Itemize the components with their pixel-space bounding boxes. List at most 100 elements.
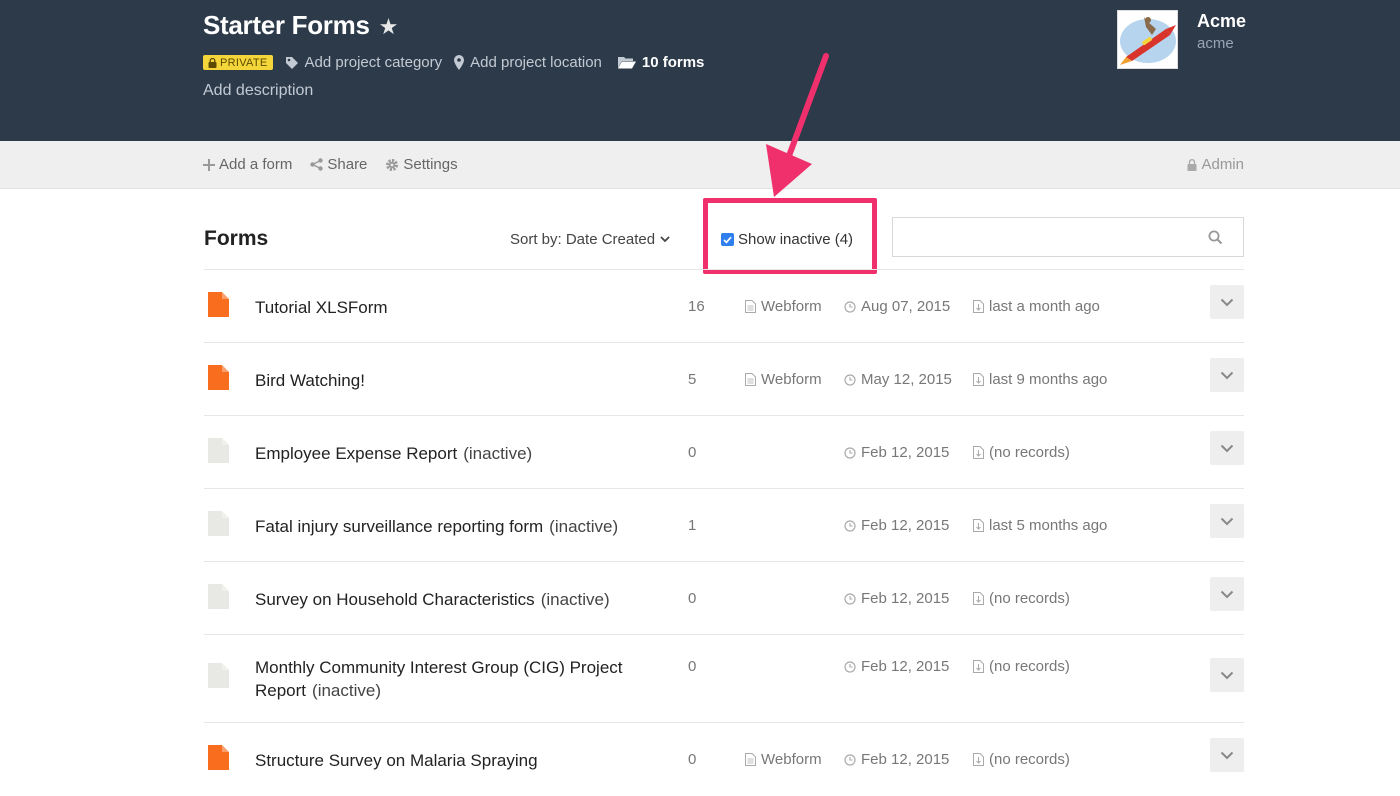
form-title[interactable]: Tutorial XLSForm — [255, 298, 388, 317]
inactive-label: (inactive) — [540, 590, 610, 609]
file-inactive-icon — [208, 438, 229, 468]
created-date: Feb 12, 2015 — [844, 517, 949, 534]
clock-icon — [844, 446, 856, 459]
created-date: Feb 12, 2015 — [844, 751, 949, 768]
row-menu-button[interactable] — [1210, 285, 1244, 319]
file-active-icon — [208, 745, 229, 775]
add-description-link[interactable]: Add description — [203, 82, 313, 100]
form-name[interactable]: Monthly Community Interest Group (CIG) P… — [255, 656, 655, 702]
settings-label: Settings — [403, 156, 458, 173]
created-date: Aug 07, 2015 — [844, 298, 950, 315]
form-name[interactable]: Structure Survey on Malaria Spraying — [255, 749, 655, 772]
title-row: Starter Forms ★ — [203, 10, 398, 41]
form-row[interactable]: Tutorial XLSForm 16 Webform Aug 07, 2015 las… — [204, 269, 1244, 342]
last-updated-label: (no records) — [989, 751, 1070, 768]
row-menu-button[interactable] — [1210, 658, 1244, 692]
record-icon — [973, 753, 984, 766]
role-label: Admin — [1201, 156, 1244, 173]
row-menu-button[interactable] — [1210, 738, 1244, 772]
document-icon — [745, 373, 756, 386]
inactive-label: (inactive) — [549, 517, 619, 536]
highlight-callout-box — [703, 198, 877, 274]
toolbar-actions: Add a form Share Settings — [203, 156, 476, 173]
map-pin-icon — [454, 55, 465, 70]
file-inactive-icon — [208, 584, 229, 614]
form-name[interactable]: Tutorial XLSForm — [255, 296, 655, 319]
forms-count-label: 10 forms — [641, 54, 705, 71]
user-name[interactable]: Acme — [1197, 11, 1246, 32]
form-row[interactable]: Bird Watching! 5 Webform May 12, 2015 last 9… — [204, 342, 1244, 415]
last-updated-label: (no records) — [989, 444, 1070, 461]
record-count: 5 — [688, 371, 697, 388]
form-title[interactable]: Employee Expense Report — [255, 444, 457, 463]
record-icon — [973, 660, 984, 673]
form-row[interactable]: Monthly Community Interest Group (CIG) P… — [204, 634, 1244, 722]
created-date-label: Feb 12, 2015 — [861, 517, 950, 534]
document-icon — [745, 753, 756, 766]
file-inactive-icon — [208, 663, 229, 693]
last-updated-label: (no records) — [989, 658, 1070, 675]
clock-icon — [844, 753, 856, 766]
clock-icon — [844, 373, 856, 386]
star-icon[interactable]: ★ — [379, 14, 399, 40]
sort-dropdown[interactable]: Sort by: Date Created — [510, 231, 670, 248]
forms-count-link[interactable]: 10 forms — [617, 54, 705, 71]
add-location-link[interactable]: Add project location — [454, 54, 602, 71]
form-row[interactable]: Fatal injury surveillance reporting form… — [204, 488, 1244, 561]
record-icon — [973, 446, 984, 459]
project-meta: PRIVATE Add project category Add project… — [203, 54, 704, 71]
form-title[interactable]: Survey on Household Characteristics — [255, 590, 535, 609]
row-menu-button[interactable] — [1210, 431, 1244, 465]
form-row[interactable]: Survey on Household Characteristics (inac… — [204, 561, 1244, 634]
share-button[interactable]: Share — [310, 156, 367, 173]
form-title[interactable]: Fatal injury surveillance reporting form — [255, 517, 543, 536]
settings-button[interactable]: Settings — [385, 156, 458, 173]
chevron-down-icon — [1220, 444, 1234, 452]
chevron-down-icon — [1220, 590, 1234, 598]
form-row[interactable]: Structure Survey on Malaria Spraying 0 Web… — [204, 722, 1244, 795]
row-menu-button[interactable] — [1210, 504, 1244, 538]
forms-heading: Forms — [204, 227, 269, 250]
form-type: Webform — [745, 371, 822, 388]
created-date: Feb 12, 2015 — [844, 658, 949, 675]
search-icon[interactable] — [1208, 230, 1223, 245]
inactive-label: (inactive) — [463, 444, 533, 463]
avatar[interactable] — [1117, 10, 1178, 69]
project-title: Starter Forms — [203, 10, 370, 40]
last-updated: last a month ago — [973, 298, 1100, 315]
form-title[interactable]: Monthly Community Interest Group (CIG) P… — [255, 658, 623, 700]
form-type-label: Webform — [761, 298, 822, 315]
clock-icon — [844, 592, 856, 605]
callout-arrow-icon — [766, 53, 829, 197]
search-input[interactable] — [893, 218, 1193, 256]
plus-icon — [203, 158, 215, 171]
last-updated: (no records) — [973, 751, 1070, 768]
form-name[interactable]: Fatal injury surveillance reporting form… — [255, 515, 655, 538]
record-icon — [973, 592, 984, 605]
form-title[interactable]: Bird Watching! — [255, 371, 365, 390]
created-date-label: Feb 12, 2015 — [861, 444, 950, 461]
form-type-label: Webform — [761, 751, 822, 768]
form-name[interactable]: Employee Expense Report (inactive) — [255, 442, 655, 465]
form-name[interactable]: Survey on Household Characteristics (inac… — [255, 588, 655, 611]
form-row[interactable]: Employee Expense Report (inactive) 0 Feb 12… — [204, 415, 1244, 488]
form-title[interactable]: Structure Survey on Malaria Spraying — [255, 751, 538, 770]
add-category-link[interactable]: Add project category — [285, 54, 442, 71]
created-date-label: Feb 12, 2015 — [861, 590, 950, 607]
private-badge: PRIVATE — [203, 55, 273, 70]
form-name[interactable]: Bird Watching! — [255, 369, 655, 392]
row-menu-button[interactable] — [1210, 358, 1244, 392]
folder-open-icon — [617, 56, 636, 69]
tag-icon — [285, 56, 299, 70]
search-field[interactable] — [892, 217, 1244, 257]
record-count: 1 — [688, 517, 697, 534]
created-date-label: Feb 12, 2015 — [861, 658, 950, 675]
chevron-down-icon — [1220, 751, 1234, 759]
last-updated-label: last 5 months ago — [989, 517, 1108, 534]
file-active-icon — [208, 292, 229, 322]
record-icon — [973, 373, 984, 386]
row-menu-button[interactable] — [1210, 577, 1244, 611]
share-label: Share — [327, 156, 368, 173]
add-form-button[interactable]: Add a form — [203, 156, 292, 173]
file-inactive-icon — [208, 511, 229, 541]
